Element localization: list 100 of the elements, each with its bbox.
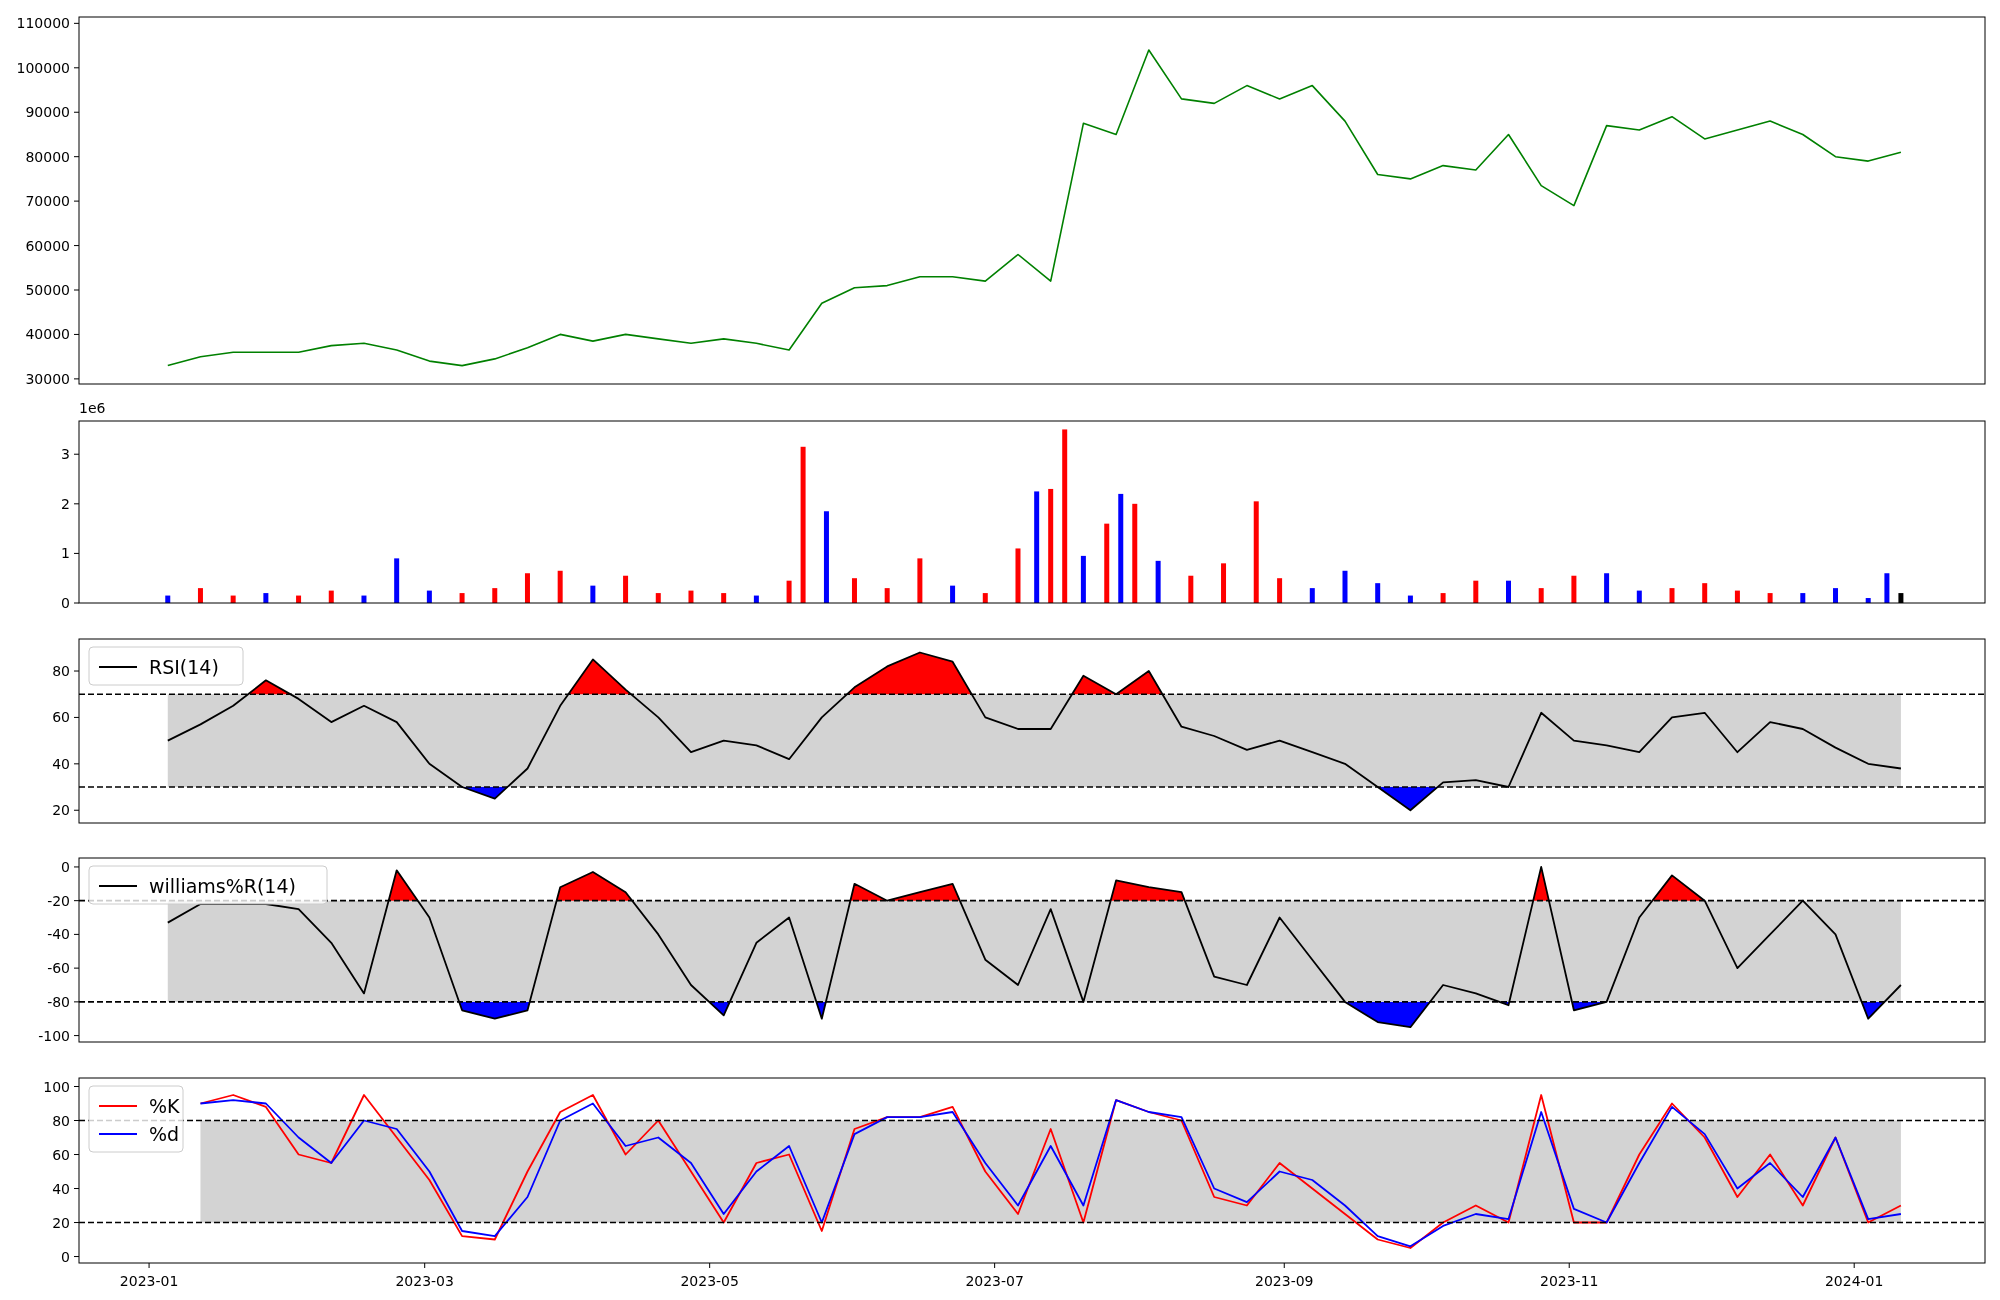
volume-bar: [1506, 580, 1511, 603]
volume-bar: [884, 588, 890, 603]
volume-bar: [1473, 580, 1479, 603]
tick-mark: [73, 1222, 80, 1224]
tick-mark: [148, 1262, 150, 1269]
tick-mark: [73, 1086, 80, 1087]
tick-label: 2023-01: [119, 1273, 179, 1289]
volume-bar: [165, 595, 171, 603]
volume-bar: [197, 588, 203, 603]
legend-label: %d: [149, 1123, 180, 1145]
volume-bar: [721, 593, 727, 603]
tick-label: -100: [38, 1027, 70, 1044]
volume-bar: [1865, 598, 1871, 603]
tick-label: 2023-03: [395, 1273, 454, 1289]
tick-label: 2023-09: [1255, 1273, 1314, 1289]
volume-bar: [982, 593, 988, 603]
volume-bar: [1080, 555, 1086, 603]
volume-bar: [328, 590, 334, 603]
tick-mark: [1568, 1262, 1570, 1269]
tick-mark: [73, 156, 80, 158]
volume-bar: [1407, 595, 1413, 603]
volume-bar: [623, 575, 629, 603]
legend-line-icon: [98, 1105, 138, 1107]
volume-bar: [1898, 593, 1904, 603]
volume-bar: [655, 593, 661, 603]
tick-mark: [73, 1001, 80, 1003]
volume-bar: [1669, 588, 1675, 603]
volume-bar: [1015, 548, 1021, 603]
axis-offset-label: 1e6: [79, 400, 106, 416]
tick-mark: [73, 967, 80, 969]
tick-mark: [73, 1256, 80, 1258]
legend-line-icon: [98, 885, 138, 887]
tick-mark: [73, 1154, 80, 1155]
volume-bar: [1375, 583, 1381, 603]
tick-mark: [1283, 1262, 1285, 1269]
volume-bar: [1604, 573, 1610, 603]
tick-mark: [73, 933, 80, 935]
tick-label: -40: [47, 926, 70, 943]
volume-bar: [1833, 588, 1838, 603]
tick-label: 2023-07: [965, 1273, 1024, 1289]
tick-label: -80: [47, 993, 70, 1010]
tick-label: 30000: [25, 370, 70, 387]
tick-mark: [709, 1262, 711, 1269]
tick-label: 60: [52, 709, 70, 726]
volume-bar: [1538, 588, 1544, 603]
tick-label: -60: [47, 960, 70, 977]
tick-mark: [1853, 1262, 1855, 1269]
volume-bar: [852, 578, 857, 603]
tick-label: 80: [52, 1112, 70, 1129]
tick-label: 40000: [25, 326, 70, 343]
tick-mark: [73, 1035, 80, 1037]
volume-bar: [1571, 575, 1577, 603]
volume-bar: [1309, 588, 1315, 603]
tick-label: 0: [61, 595, 70, 611]
tick-mark: [73, 111, 80, 113]
tick-mark: [73, 866, 80, 868]
volume-bar: [263, 593, 269, 603]
volume-bar: [459, 593, 465, 603]
tick-mark: [73, 809, 80, 811]
volume-bar: [1440, 593, 1446, 603]
volume-bar: [1800, 593, 1806, 603]
volume-bar: [688, 590, 694, 603]
tick-label: 60000: [25, 237, 70, 254]
volume-bar: [524, 573, 530, 603]
legend-line-icon: [98, 666, 138, 668]
volume-bar: [1221, 563, 1227, 603]
tick-label: -20: [47, 892, 70, 909]
volume-bar: [1155, 560, 1161, 603]
volume-bar: [786, 580, 792, 603]
volume-bar: [426, 590, 432, 603]
tick-label: 40: [52, 1180, 70, 1197]
tick-label: 2024-01: [1824, 1273, 1884, 1289]
volume-bar: [1188, 575, 1194, 603]
volume-bar: [950, 585, 956, 603]
volume-bar: [1342, 570, 1348, 603]
tick-label: 0: [61, 1248, 70, 1265]
tick-mark: [73, 200, 80, 202]
tick-mark: [73, 763, 80, 765]
tick-label: 90000: [25, 104, 70, 121]
overbought-fill: [388, 870, 418, 901]
tick-label: 80: [52, 663, 70, 679]
legend-label: williams%R(14): [149, 875, 296, 897]
tick-label: 2023-05: [680, 1273, 739, 1289]
tick-label: 100000: [16, 59, 70, 76]
volume-bar: [1767, 593, 1773, 603]
tick-label: 3: [61, 446, 70, 463]
tick-label: 20: [52, 1214, 70, 1231]
tick-label: 80000: [25, 148, 70, 165]
volume-bar: [1884, 573, 1890, 603]
legend-label: RSI(14): [149, 656, 219, 678]
tick-mark: [73, 670, 80, 672]
volume-bar: [492, 588, 498, 603]
tick-label: 40: [52, 755, 70, 772]
legend-label: %K: [149, 1095, 180, 1117]
tick-mark: [73, 716, 80, 718]
tick-label: 50000: [25, 282, 70, 298]
tick-mark: [73, 602, 80, 604]
tick-mark: [73, 378, 80, 380]
volume-bar: [230, 595, 236, 603]
volume-bar: [590, 585, 596, 603]
